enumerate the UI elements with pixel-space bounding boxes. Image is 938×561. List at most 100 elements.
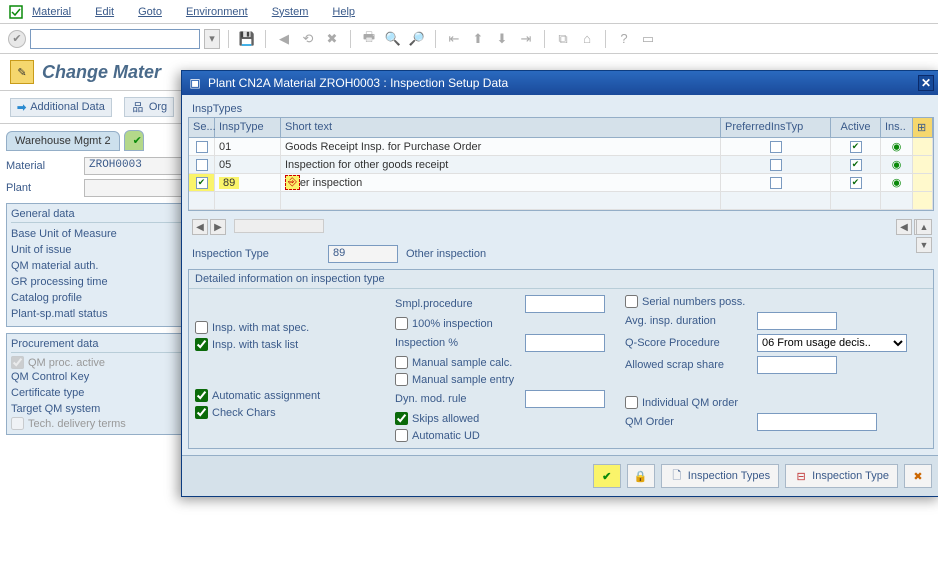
scroll-down-icon[interactable]: ▼	[916, 237, 932, 253]
table-row[interactable]: 01 Goods Receipt Insp. for Purchase Orde…	[189, 138, 933, 156]
dialog-title: Plant CN2A Material ZROH0003 : Inspectio…	[208, 76, 508, 90]
row-select-checkbox[interactable]	[196, 159, 208, 171]
hundred-pct-checkbox[interactable]: 100% inspection	[395, 317, 605, 330]
menu-environment[interactable]: Environment	[186, 6, 248, 18]
procurement-data-group: Procurement data QM proc. active QM Cont…	[6, 333, 192, 435]
automatic-assignment-checkbox[interactable]: Automatic assignment	[195, 389, 375, 402]
new-session-icon[interactable]: ⧉	[553, 29, 573, 49]
individual-qm-order-checkbox[interactable]: Individual QM order	[625, 396, 915, 409]
dyn-mod-rule-input[interactable]	[525, 390, 605, 408]
help-icon[interactable]: ?	[614, 29, 634, 49]
menu-material[interactable]: Material	[32, 6, 71, 18]
delete-row-icon: ⊟	[794, 469, 808, 483]
active-checkbox[interactable]	[850, 141, 862, 153]
smpl-procedure-input[interactable]	[525, 295, 605, 313]
manual-sample-entry-checkbox[interactable]: Manual sample entry	[395, 373, 605, 386]
first-page-icon[interactable]: ⇤	[444, 29, 464, 49]
insp-with-task-list-checkbox[interactable]: Insp. with task list	[195, 338, 375, 351]
find-icon[interactable]: 🔍	[383, 29, 403, 49]
cancel-button[interactable]: ✖	[904, 464, 932, 488]
lock-icon: 🔒	[634, 469, 648, 483]
general-data-group: General data Base Unit of Measure Unit o…	[6, 203, 192, 327]
col-prev-icon[interactable]: ◀	[896, 219, 912, 235]
inspection-types-button[interactable]: 🗋Inspection Types	[661, 464, 779, 488]
print-icon[interactable]: 🖶	[359, 29, 379, 49]
avg-insp-duration-input[interactable]	[757, 312, 837, 330]
layout-icon[interactable]: ▭	[638, 29, 658, 49]
allowed-scrap-input[interactable]	[757, 356, 837, 374]
page-title: Change Mater	[42, 62, 161, 83]
plant-label: Plant	[6, 182, 84, 194]
tab-active-indicator[interactable]: ✔	[124, 130, 144, 151]
save-icon[interactable]: 💾	[237, 29, 257, 49]
validation-error-icon[interactable]: ⎆	[285, 175, 300, 190]
app-menu-icon[interactable]	[8, 4, 24, 20]
exit-icon[interactable]: ⟲	[298, 29, 318, 49]
insptypes-grid: Se... InspType Short text PreferredInsTy…	[188, 117, 934, 211]
cancel-icon[interactable]: ✖	[322, 29, 342, 49]
row-select-checkbox[interactable]	[196, 141, 208, 153]
check-chars-checkbox[interactable]: Check Chars	[195, 406, 375, 419]
manual-sample-calc-checkbox[interactable]: Manual sample calc.	[395, 356, 605, 369]
org-levels-button[interactable]: 品Org	[124, 97, 174, 117]
menu-goto[interactable]: Goto	[138, 6, 162, 18]
preferred-checkbox[interactable]	[770, 159, 782, 171]
preferred-checkbox[interactable]	[770, 141, 782, 153]
row-action-icon[interactable]: ◉	[892, 158, 902, 171]
procurement-data-title: Procurement data	[11, 338, 187, 353]
shortcut-icon[interactable]: ⌂	[577, 29, 597, 49]
row-action-icon[interactable]: ◉	[892, 176, 902, 189]
command-dropdown-icon[interactable]: ▾	[204, 29, 220, 49]
preferred-checkbox[interactable]	[770, 177, 782, 189]
transaction-icon: ✎	[10, 60, 34, 84]
table-row[interactable]: 89 ⎆ er inspection ◉	[189, 174, 933, 192]
skips-allowed-checkbox[interactable]: Skips allowed	[395, 412, 605, 425]
inspection-type-label: Inspection Type	[192, 248, 320, 260]
active-checkbox[interactable]	[850, 177, 862, 189]
inspection-pct-input[interactable]	[525, 334, 605, 352]
menu-edit[interactable]: Edit	[95, 6, 114, 18]
automatic-ud-checkbox[interactable]: Automatic UD	[395, 429, 605, 442]
insptypes-label: InspTypes	[188, 101, 934, 117]
last-page-icon[interactable]: ⇥	[516, 29, 536, 49]
qm-proc-active-checkbox[interactable]: QM proc. active	[11, 356, 187, 369]
dialog-close-icon[interactable]: ✕	[918, 75, 934, 91]
inspection-type-button[interactable]: ⊟Inspection Type	[785, 464, 898, 488]
command-field[interactable]	[30, 29, 200, 49]
row-select-checkbox[interactable]	[196, 177, 208, 189]
inspection-setup-dialog: ▣ Plant CN2A Material ZROH0003 : Inspecti…	[181, 70, 938, 497]
enter-icon[interactable]: ✔	[8, 30, 26, 48]
ok-button[interactable]: ✔	[593, 464, 621, 488]
col-next-icon[interactable]: ▶	[210, 219, 226, 235]
next-page-icon[interactable]: ⬇	[492, 29, 512, 49]
prev-page-icon[interactable]: ⬆	[468, 29, 488, 49]
h-scrollbar[interactable]	[234, 219, 324, 233]
active-checkbox[interactable]	[850, 159, 862, 171]
inspection-type-value: 89	[328, 245, 398, 263]
col-first-icon[interactable]: ◀	[192, 219, 208, 235]
detail-panel-title: Detailed information on inspection type	[189, 270, 933, 289]
serial-numbers-checkbox[interactable]: Serial numbers poss.	[625, 295, 915, 308]
back-icon[interactable]: ◀	[274, 29, 294, 49]
table-row[interactable]	[189, 192, 933, 210]
plant-value	[84, 179, 184, 197]
menu-help[interactable]: Help	[332, 6, 355, 18]
additional-data-button[interactable]: ➡Additional Data	[10, 98, 112, 117]
lock-button[interactable]: 🔒	[627, 464, 655, 488]
find-next-icon[interactable]: 🔎	[407, 29, 427, 49]
material-value: ZROH0003	[84, 157, 184, 175]
scroll-up-icon[interactable]: ▲	[916, 219, 932, 235]
insp-with-mat-spec-checkbox[interactable]: Insp. with mat spec.	[195, 321, 375, 334]
grid-config-icon[interactable]: ⊞	[913, 118, 933, 137]
inspection-type-text: Other inspection	[406, 248, 486, 260]
tech-delivery-checkbox[interactable]: Tech. delivery terms	[11, 417, 187, 430]
menu-system[interactable]: System	[272, 6, 309, 18]
document-icon: 🗋	[670, 469, 684, 483]
q-score-procedure-select[interactable]: 06 From usage decis..	[757, 334, 907, 352]
tab-warehouse-mgmt[interactable]: Warehouse Mgmt 2	[6, 131, 120, 151]
dialog-icon: ▣	[188, 76, 202, 90]
table-row[interactable]: 05 Inspection for other goods receipt ◉	[189, 156, 933, 174]
qm-order-input[interactable]	[757, 413, 877, 431]
row-action-icon[interactable]: ◉	[892, 140, 902, 153]
material-label: Material	[6, 160, 84, 172]
